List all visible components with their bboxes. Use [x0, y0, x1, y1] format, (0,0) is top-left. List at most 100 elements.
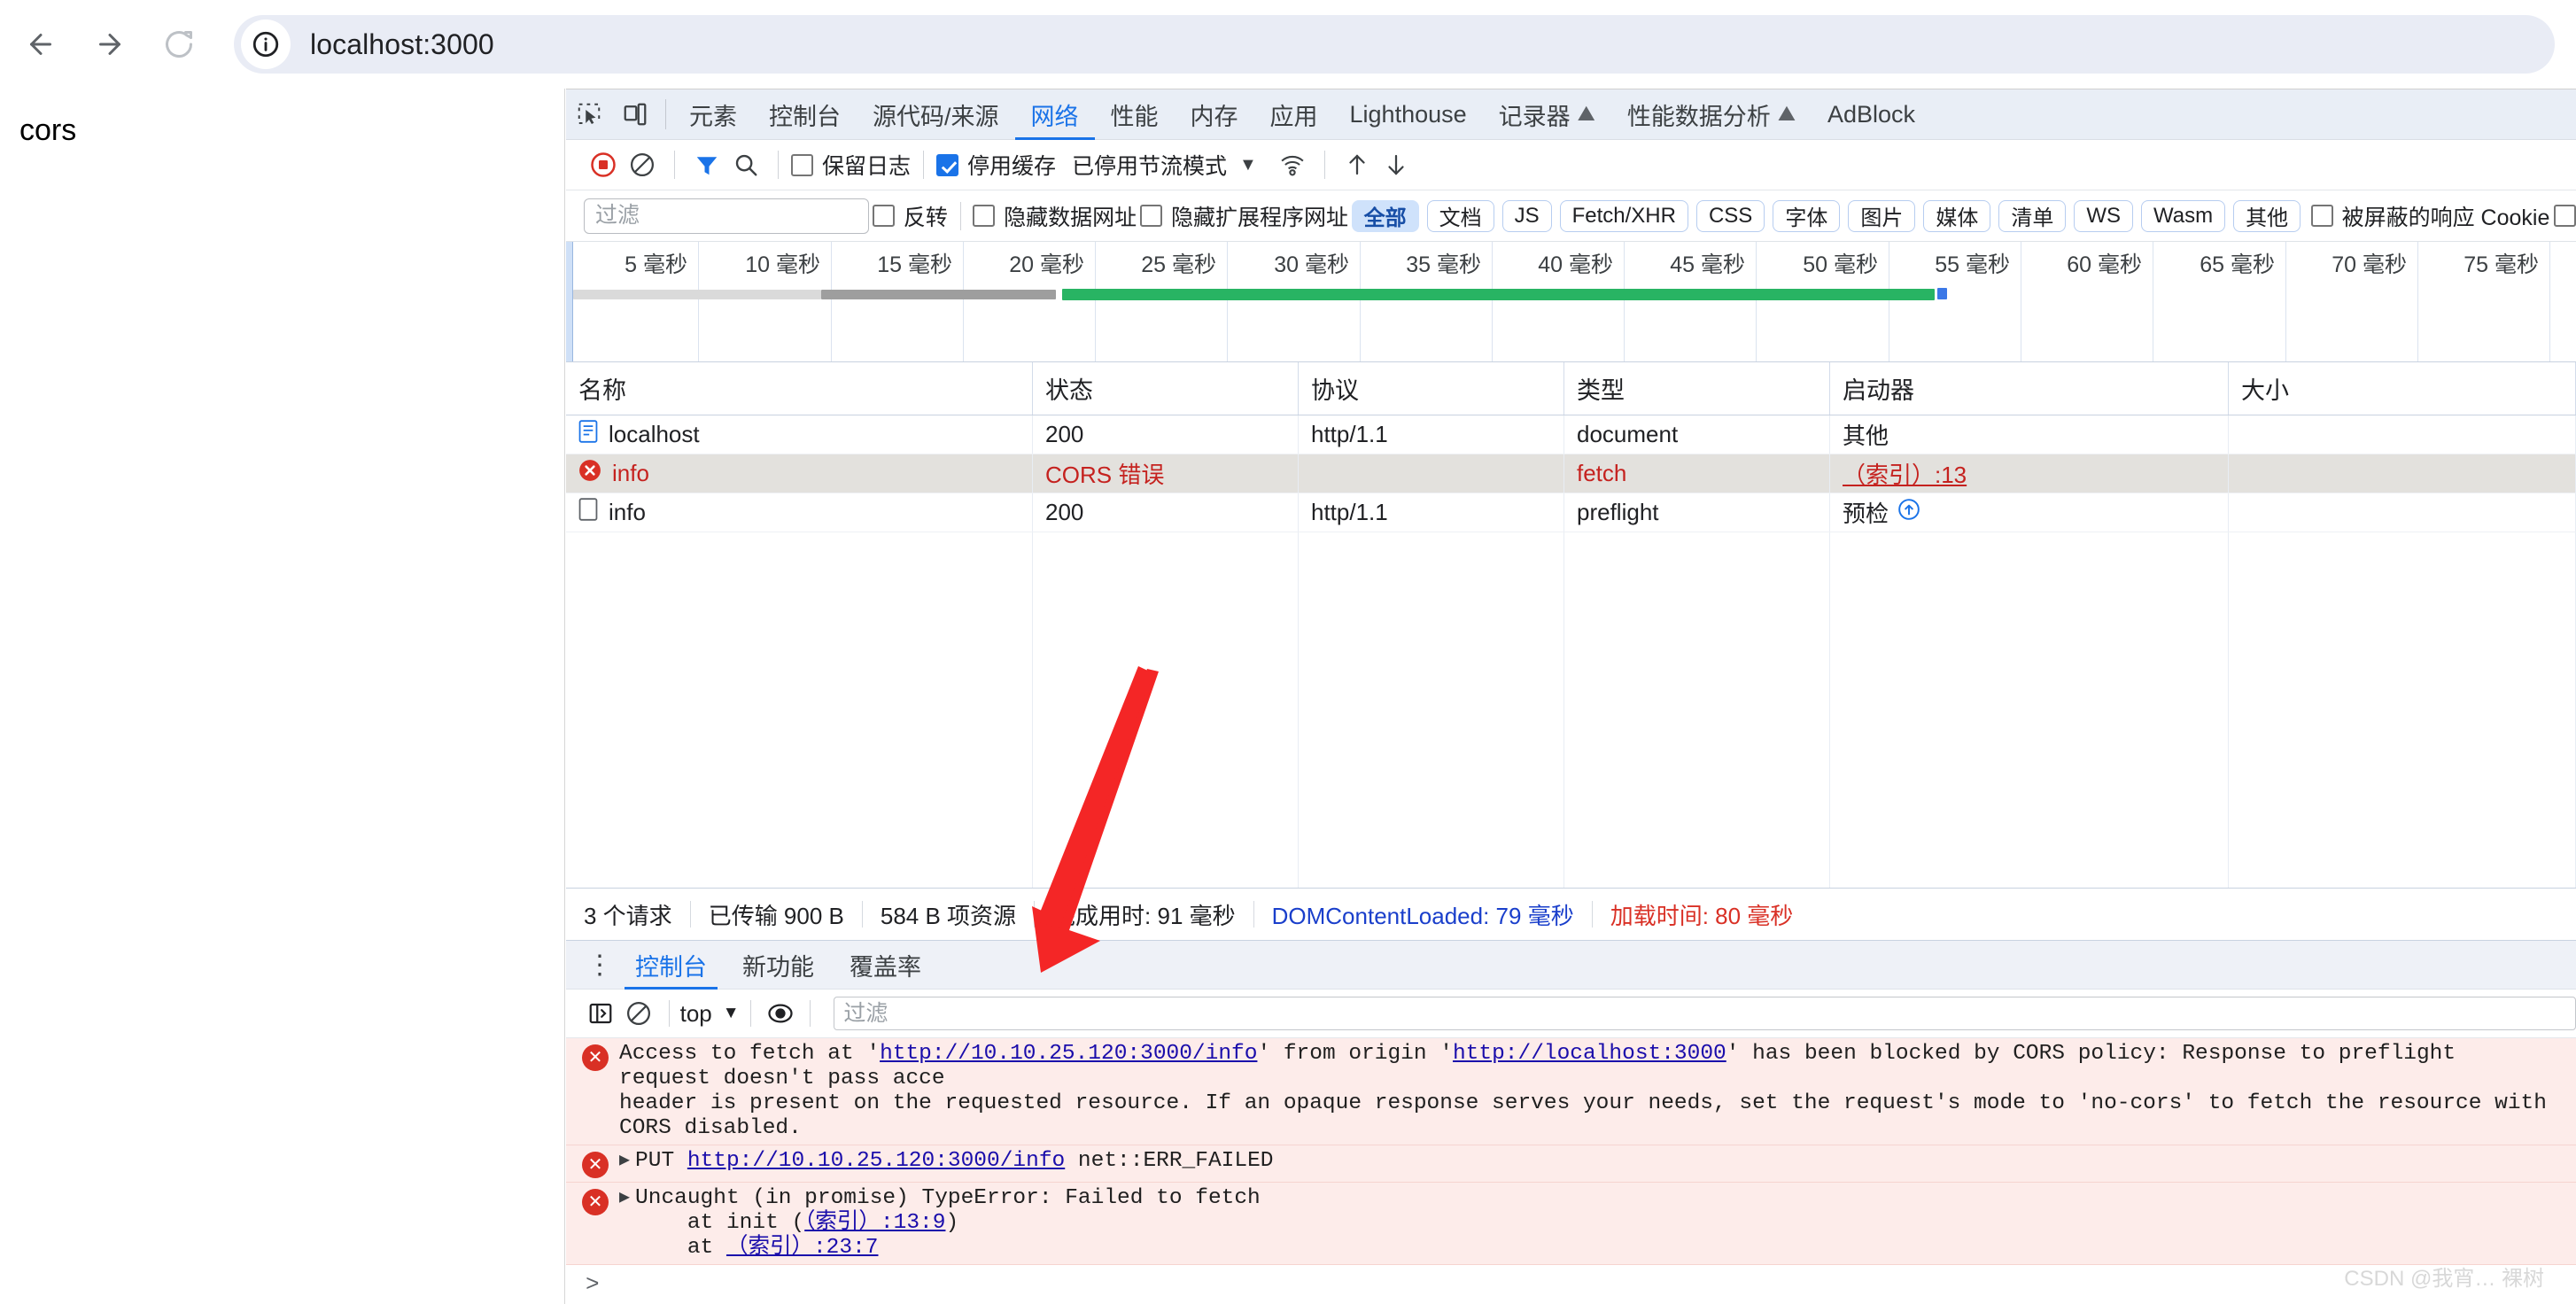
table-row[interactable]: localhost 200 http/1.1 document 其他	[566, 415, 2576, 454]
overview-tick-label: 55 毫秒	[1935, 252, 2010, 277]
type-chip-doc[interactable]: 文档	[1426, 199, 1494, 232]
network-filter-input[interactable]	[584, 198, 869, 234]
overview-tick-label: 35 毫秒	[1406, 252, 1481, 277]
overview-selection-handle[interactable]	[566, 242, 573, 361]
console-prompt[interactable]: >	[566, 1265, 2576, 1304]
forward-button[interactable]	[81, 16, 138, 73]
preflight-link-icon[interactable]	[1897, 498, 1920, 527]
cell-initiator[interactable]: （索引）:13	[1830, 454, 2229, 493]
type-chip-manifest[interactable]: 清单	[1998, 199, 2067, 232]
blocked-response-cookies-checkbox[interactable]: 被屏蔽的响应 Cookie	[2310, 200, 2549, 232]
preserve-log-checkbox[interactable]: 保留日志	[791, 149, 911, 181]
error-icon: ✕	[582, 1044, 609, 1071]
tab-lighthouse[interactable]: Lighthouse	[1334, 89, 1483, 140]
console-message-cors-error[interactable]: ✕ Access to fetch at 'http://10.10.25.12…	[566, 1038, 2576, 1145]
drawer-tab-console[interactable]: 控制台	[617, 941, 725, 990]
cell-name[interactable]: localhost	[566, 415, 1033, 454]
overview-tick	[2549, 242, 2550, 361]
filter-funnel-icon[interactable]	[687, 145, 726, 184]
checkbox-box	[791, 153, 813, 176]
console-message-uncaught-error[interactable]: ✕ ▶ Uncaught (in promise) TypeError: Fai…	[566, 1183, 2576, 1265]
tab-performance-insights[interactable]: 性能数据分析 ⛰	[1611, 89, 1812, 140]
chevron-down-icon[interactable]: ▼	[1239, 155, 1257, 175]
tab-elements[interactable]: 元素	[673, 89, 753, 140]
console-message-net-error[interactable]: ✕ ▶ PUT http://10.10.25.120:3000/info ne…	[566, 1145, 2576, 1183]
stack-frame-0-link[interactable]: （索引）:13:9	[804, 1211, 945, 1235]
table-row[interactable]: info CORS 错误 fetch （索引）:13	[566, 454, 2576, 493]
type-chip-css[interactable]: CSS	[1695, 199, 1765, 232]
tab-label: AdBlock	[1827, 100, 1916, 128]
column-header-protocol[interactable]: 协议	[1299, 362, 1564, 415]
console-toolbar: top ▼	[566, 990, 2576, 1038]
table-row[interactable]: info 200 http/1.1 preflight 预检	[566, 493, 2576, 532]
tab-network[interactable]: 网络	[1014, 89, 1095, 140]
tab-console[interactable]: 控制台	[753, 89, 857, 140]
column-header-size[interactable]: 大小	[2229, 362, 2576, 415]
hide-extension-urls-checkbox[interactable]: 隐藏扩展程序网址	[1140, 200, 1348, 232]
export-har-icon[interactable]	[1377, 145, 1416, 184]
network-overview-timeline[interactable]: 5 毫秒 10 毫秒 15 毫秒 20 毫秒 25 毫秒 30 毫秒 35 毫秒 40 毫秒 4…	[566, 242, 2576, 362]
type-chip-ws[interactable]: WS	[2074, 199, 2133, 232]
record-stop-icon[interactable]	[584, 145, 623, 184]
type-chip-fetch-xhr[interactable]: Fetch/XHR	[1559, 199, 1688, 232]
summary-dom-content-loaded: DOMContentLoaded: 79 毫秒	[1271, 902, 1574, 929]
tab-performance[interactable]: 性能	[1095, 89, 1175, 140]
type-chip-js[interactable]: JS	[1501, 199, 1552, 232]
cors-msg-mid: ' from origin '	[1257, 1042, 1453, 1066]
live-expression-eye-icon[interactable]	[762, 994, 800, 1033]
type-chip-wasm[interactable]: Wasm	[2141, 199, 2226, 232]
column-header-initiator[interactable]: 启动器	[1830, 362, 2229, 415]
type-chip-media[interactable]: 媒体	[1923, 199, 1991, 232]
drawer-tab-coverage[interactable]: 覆盖率	[832, 941, 939, 990]
column-header-status[interactable]: 状态	[1033, 362, 1299, 415]
drawer-tab-whats-new[interactable]: 新功能	[725, 941, 832, 990]
cell-name[interactable]: info	[566, 454, 1033, 493]
stack-frame-1-link[interactable]: （索引）:23:7	[726, 1236, 879, 1260]
tab-active-underline	[1014, 136, 1095, 140]
clear-icon[interactable]	[623, 145, 662, 184]
reload-button[interactable]	[151, 16, 207, 73]
type-chip-other[interactable]: 其他	[2233, 199, 2301, 232]
tab-label: 元素	[689, 103, 737, 130]
expand-triangle-icon[interactable]: ▶	[619, 1149, 630, 1174]
inspect-element-icon[interactable]	[566, 94, 612, 135]
site-info-icon[interactable]	[241, 19, 291, 69]
type-chip-all[interactable]: 全部	[1351, 199, 1419, 232]
cors-origin-link[interactable]: http://localhost:3000	[1453, 1042, 1726, 1066]
device-toolbar-icon[interactable]	[612, 94, 658, 135]
overview-tick-label: 30 毫秒	[1274, 252, 1349, 277]
disable-cache-checkbox[interactable]: 停用缓存	[936, 149, 1056, 181]
type-chip-font[interactable]: 字体	[1773, 199, 1841, 232]
network-conditions-icon[interactable]	[1273, 145, 1312, 184]
cell-initiator[interactable]: 预检	[1830, 493, 2229, 532]
tabstrip-divider	[665, 99, 666, 129]
clear-console-icon[interactable]	[620, 994, 658, 1033]
address-bar[interactable]: localhost:3000	[234, 15, 2555, 74]
console-filter-input[interactable]	[834, 997, 2576, 1030]
console-context-selector[interactable]: top ▼	[680, 1000, 740, 1028]
tab-application[interactable]: 应用	[1254, 89, 1334, 140]
third-party-requests-checkbox[interactable]	[2553, 205, 2576, 227]
import-har-icon[interactable]	[1338, 145, 1377, 184]
column-header-type[interactable]: 类型	[1564, 362, 1830, 415]
cors-request-url-link[interactable]: http://10.10.25.120:3000/info	[880, 1042, 1257, 1066]
throttling-value[interactable]: 已停用节流模式	[1072, 149, 1227, 181]
cell-name[interactable]: info	[566, 493, 1033, 532]
console-sidebar-icon[interactable]	[582, 994, 620, 1033]
tab-recorder[interactable]: 记录器 ⛰	[1483, 89, 1611, 140]
type-chip-img[interactable]: 图片	[1848, 199, 1916, 232]
initiator-link[interactable]: （索引）:13	[1843, 457, 1967, 490]
expand-triangle-icon[interactable]: ▶	[619, 1186, 630, 1211]
tab-memory[interactable]: 内存	[1175, 89, 1254, 140]
more-options-icon[interactable]: ⋮	[582, 950, 617, 981]
table-empty-area	[566, 532, 2576, 888]
invert-checkbox[interactable]: 反转	[872, 200, 948, 232]
search-icon[interactable]	[726, 145, 765, 184]
tab-adblock[interactable]: AdBlock	[1812, 89, 1931, 140]
tab-sources[interactable]: 源代码/来源	[857, 89, 1015, 140]
hide-data-urls-checkbox[interactable]: 隐藏数据网址	[973, 200, 1137, 232]
back-button[interactable]	[12, 16, 69, 73]
net-error-url-link[interactable]: http://10.10.25.120:3000/info	[687, 1149, 1065, 1173]
document-icon	[578, 420, 598, 449]
column-header-name[interactable]: 名称	[566, 362, 1033, 415]
